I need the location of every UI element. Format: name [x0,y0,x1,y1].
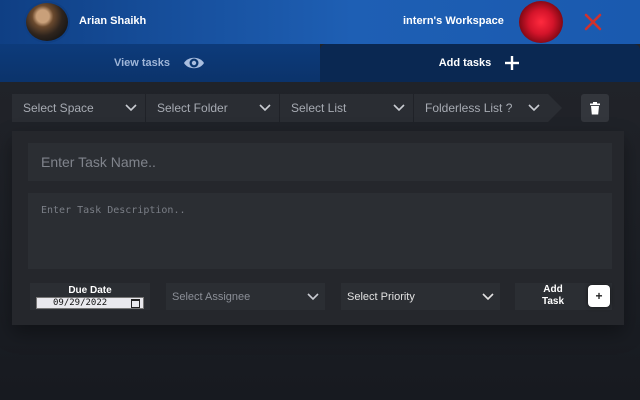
select-space[interactable]: Select Space [12,94,145,122]
task-description-input[interactable] [28,193,612,269]
user-name: Arian Shaikh [79,15,147,27]
select-folder-label: Select Folder [157,101,228,115]
close-icon [584,13,602,31]
add-task-button[interactable]: Add Task + [515,283,612,310]
chevron-down-icon [125,104,137,112]
workspace-name[interactable]: intern's Workspace [403,15,504,27]
select-assignee[interactable]: Select Assignee [166,283,325,310]
select-priority-label: Select Priority [347,290,415,303]
chevron-down-icon [482,293,494,301]
eye-icon [184,57,205,69]
tab-view-tasks-label: View tasks [113,57,171,69]
select-priority[interactable]: Select Priority [341,283,500,310]
trash-icon [590,101,600,114]
select-folderless-list[interactable]: Folderless List ? [414,94,548,122]
delete-button[interactable] [581,94,609,122]
due-date-value: 09/29/2022 [53,298,108,308]
tab-view-tasks[interactable]: View tasks [0,44,320,82]
select-folderless-label: Folderless List ? [425,101,513,115]
due-date-input[interactable]: 09/29/2022 [36,297,144,309]
workspace-logo[interactable] [519,1,563,43]
tab-add-tasks-label: Add tasks [438,57,492,69]
select-list-label: Select List [291,101,347,115]
chevron-down-icon [393,104,405,112]
plus-icon [505,56,520,70]
chevron-down-icon [259,104,271,112]
add-task-plus-icon[interactable]: + [588,285,610,307]
tab-bar: View tasks Add tasks [0,44,640,82]
tab-add-tasks[interactable]: Add tasks [320,44,640,82]
calendar-icon[interactable] [131,299,140,308]
select-space-label: Select Space [23,101,94,115]
app-header: Arian Shaikh intern's Workspace [0,0,640,44]
chevron-down-icon [307,293,319,301]
add-task-form: Due Date 09/29/2022 Select Assignee Sele… [12,131,624,325]
select-list[interactable]: Select List [280,94,413,122]
add-task-label: Add Task [541,284,565,307]
select-row-arrow [548,94,562,122]
due-date-field: Due Date 09/29/2022 [30,283,150,310]
task-name-input[interactable] [28,143,612,181]
select-assignee-label: Select Assignee [172,290,251,303]
chevron-down-icon [528,104,540,112]
due-date-label: Due Date [68,285,112,296]
close-button[interactable] [581,10,605,34]
select-folder[interactable]: Select Folder [146,94,279,122]
avatar[interactable] [24,1,70,43]
